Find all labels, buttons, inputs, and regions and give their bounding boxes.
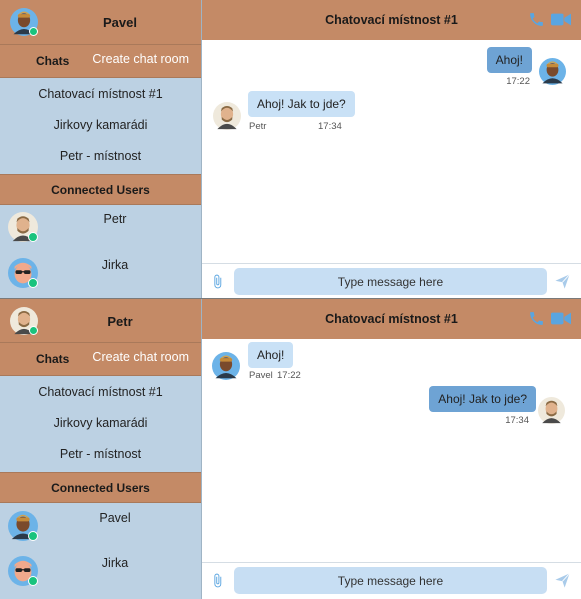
connected-user-item[interactable]: Pavel [0,511,201,555]
light-man-avatar-icon [10,307,38,335]
connected-user-name: Jirka [101,556,129,570]
create-chat-room-button[interactable]: Create chat room [92,52,189,66]
message-bubble: Ahoj! [248,342,294,368]
message-composer [202,562,581,599]
chat-area: Chatovací místnost #1 Ahoj! Pavel 17:22 … [202,299,581,599]
send-icon[interactable] [554,273,571,295]
sunglasses-avatar-icon [8,258,38,288]
message-bubble: Ahoj! Jak to jde? [429,386,536,412]
sunglasses-avatar-icon [8,556,38,586]
chats-header: Chats Create chat room [0,342,201,376]
connected-user-name: Petr [103,212,127,226]
current-user-name: Petr [107,314,133,329]
room-item[interactable]: Jirkovy kamarádi [0,118,201,132]
message-sender: Pavel [249,370,273,381]
current-user-header: Pavel [0,0,201,44]
connected-user-name: Jirka [101,258,129,272]
message-bubble: Ahoj! Jak to jde? [248,91,355,117]
message-bubble: Ahoj! [486,47,532,73]
dark-man-avatar-icon [212,352,240,385]
video-camera-icon[interactable] [551,311,571,331]
sidebar: Petr Chats Create chat room Chatovací mí… [0,299,201,599]
room-item[interactable]: Chatovací místnost #1 [0,87,201,101]
message-input[interactable] [234,567,547,594]
room-item[interactable]: Chatovací místnost #1 [0,385,201,399]
chat-window-pavel: Pavel Chats Create chat room Chatovací m… [0,0,581,299]
message-input[interactable] [234,268,547,295]
online-status-icon [28,576,38,586]
message-time: 17:22 [506,76,530,87]
light-man-avatar-icon [8,212,38,242]
light-man-avatar-icon [213,102,241,135]
connected-user-item[interactable]: Jirka [0,556,201,599]
light-man-avatar-icon [538,397,565,429]
paperclip-icon[interactable] [210,572,225,594]
room-item[interactable]: Petr - místnost [0,447,201,461]
room-item[interactable]: Petr - místnost [0,149,201,163]
connected-users-label: Connected Users [51,183,150,197]
chat-window-petr: Petr Chats Create chat room Chatovací mí… [0,299,581,599]
room-item[interactable]: Jirkovy kamarádi [0,416,201,430]
dark-man-avatar-icon [539,58,566,90]
video-camera-icon[interactable] [551,12,571,32]
connected-user-name: Pavel [99,511,131,525]
online-status-icon [29,326,38,335]
phone-icon[interactable] [528,11,545,33]
message-sender: Petr [249,121,267,132]
chat-header: Chatovací místnost #1 [202,0,581,40]
chat-area: Chatovací místnost #1 Ahoj! 17:22 Ahoj! … [202,0,581,299]
connected-users-header: Connected Users [0,472,201,503]
connected-users-header: Connected Users [0,174,201,205]
message-time: 17:34 [318,121,342,132]
message-list: Ahoj! 17:22 Ahoj! Jak to jde? Petr 17:34 [202,41,581,263]
chats-label: Chats [36,54,70,68]
create-chat-room-button[interactable]: Create chat room [92,350,189,364]
online-status-icon [28,278,38,288]
message-time: 17:34 [505,415,529,426]
online-status-icon [29,27,38,36]
sidebar: Pavel Chats Create chat room Chatovací m… [0,0,201,299]
chat-title: Chatovací místnost #1 [325,312,458,326]
chat-title: Chatovací místnost #1 [325,13,458,27]
chats-label: Chats [36,352,70,366]
chat-header: Chatovací místnost #1 [202,299,581,339]
dark-man-avatar-icon [10,8,38,36]
chats-header: Chats Create chat room [0,44,201,78]
paperclip-icon[interactable] [210,273,225,295]
dark-man-avatar-icon [8,511,38,541]
online-status-icon [28,531,38,541]
online-status-icon [28,232,38,242]
connected-users-label: Connected Users [51,481,150,495]
send-icon[interactable] [554,572,571,594]
message-composer [202,263,581,299]
current-user-name: Pavel [103,15,137,30]
message-list: Ahoj! Pavel 17:22 Ahoj! Jak to jde? 17:3… [202,339,581,562]
message-time: 17:22 [277,370,301,381]
phone-icon[interactable] [528,310,545,332]
connected-user-item[interactable]: Jirka [0,258,201,299]
connected-user-item[interactable]: Petr [0,212,201,256]
current-user-header: Petr [0,299,201,343]
